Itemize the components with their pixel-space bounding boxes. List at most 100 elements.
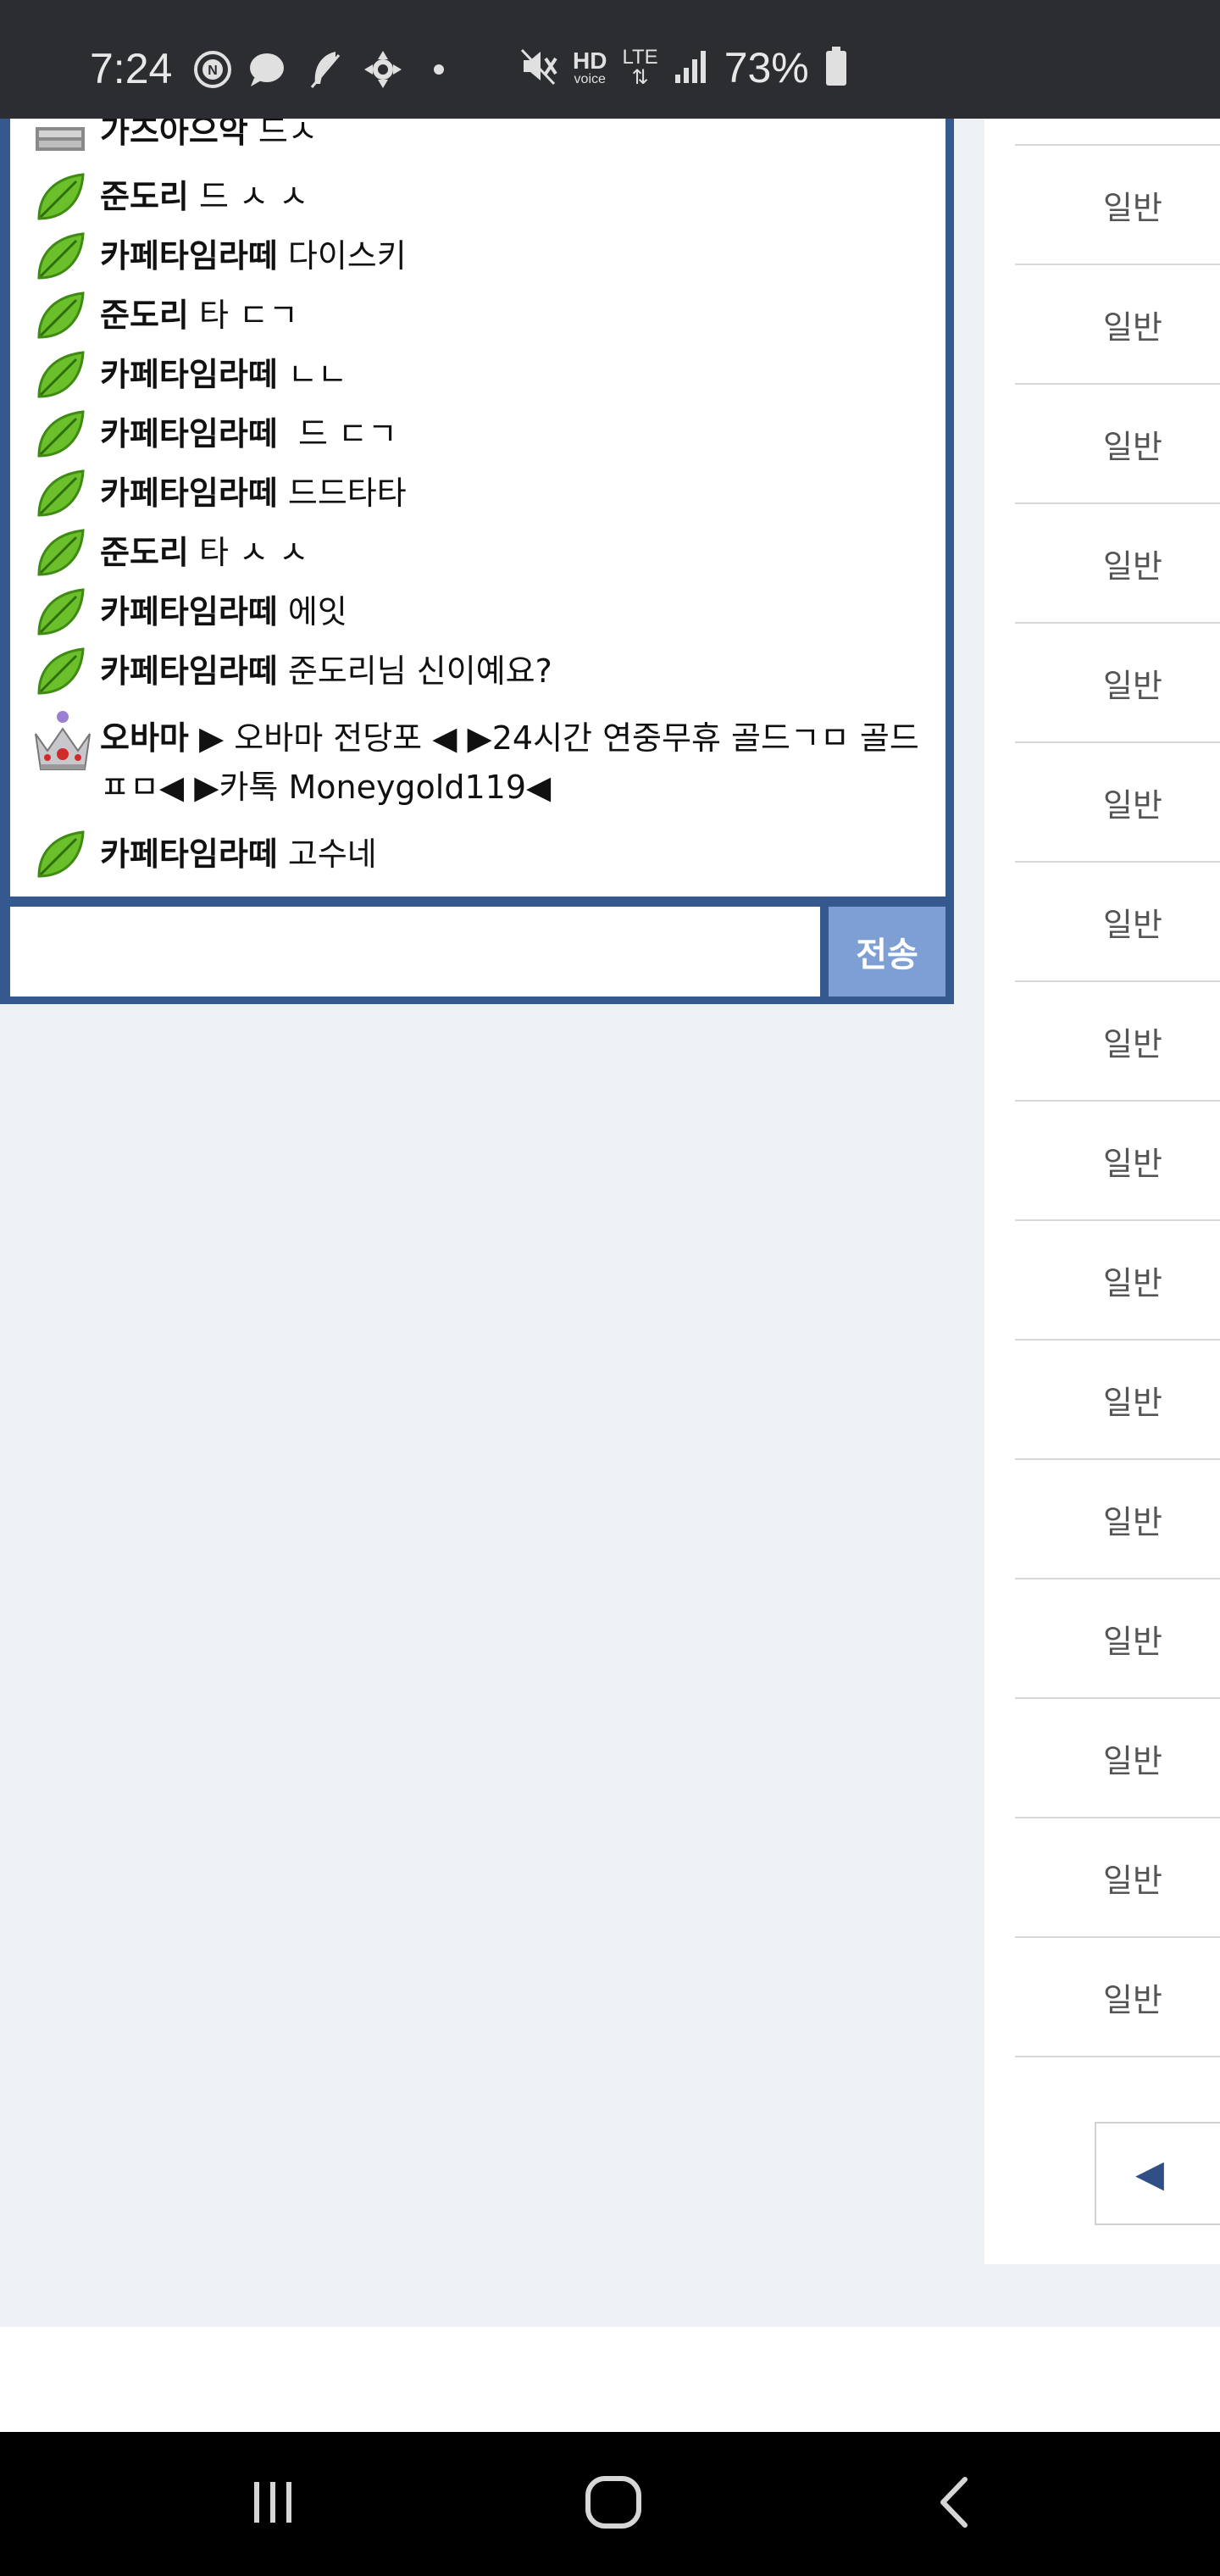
leaf-icon [34,349,86,402]
chat-message: 준도리 드 ㅅ ㅅ [10,168,946,227]
back-icon [933,2474,975,2534]
board-category: 일반 [1103,1862,1162,1899]
chat-text: 고수네 [287,836,377,873]
recent-apps-icon [247,2477,298,2531]
board-category: 일반 [1103,786,1162,824]
chat-text: 타 ㄷㄱ [198,297,298,334]
board-category: 일반 [1103,1981,1162,2018]
naver-icon: N [193,51,232,88]
chat-nick[interactable]: 카페타임라떼 [100,593,278,630]
chat-message: 카페타임라떼 에잇 [10,583,946,642]
board-row[interactable]: 일반남 [1015,863,1220,982]
pager-prev-button[interactable]: ◀ [1095,2122,1220,2225]
chat-nick[interactable]: 가즈아으악 [100,119,248,150]
board-row[interactable]: 일반부 [1015,624,1220,743]
chat-panel: 가즈아으악 드ㅅ 준도리 드 ㅅ ㅅ 카페타임라떼 다이스키 준도리 타 ㄷㄱ … [0,119,954,1004]
board-row[interactable]: 일반오 [1015,743,1220,863]
chat-nick[interactable]: 카페타임라떼 [100,237,278,275]
chat-nick[interactable]: 카페타임라떼 [100,836,278,873]
board-row[interactable]: 일반혹 [1015,1699,1220,1818]
chat-text: 에잇 [287,593,347,630]
leaf-icon [34,171,86,224]
status-bar: 7:24 N HD voice LTE ⇅ 73% [0,0,1220,119]
board-row[interactable]: 일반곰 [1015,1938,1220,2057]
svg-text:N: N [208,64,218,78]
triangle-left-icon: ◀ [1135,2151,1164,2196]
chat-message: 카페타임라떼 ㄴㄴ [10,346,946,405]
board-category: 일반 [1103,189,1162,226]
dot-icon [432,51,446,88]
battery-icon [824,45,848,92]
feather-icon [305,51,344,88]
footer-area [0,2327,1220,2432]
board-category: 일반 [1103,1264,1162,1302]
chat-message: 카페타임라떼 드 ㄷㄱ [10,405,946,464]
leaf-icon [34,468,86,520]
chat-nick[interactable]: 카페타임라떼 [100,415,278,452]
board-category: 일반 [1103,547,1162,585]
chat-message: 카페타임라떼 드드타타 [10,464,946,524]
leaf-icon [34,527,86,580]
chat-text: 드 ㄷㄱ [287,415,397,452]
chat-message: 카페타임라떼 다이스키 [10,227,946,286]
chat-message: 카페타임라떼 고수네 [10,825,946,885]
chat-text: 다이스키 [287,237,407,275]
chat-message: 가즈아으악 드ㅅ [10,119,946,158]
chat-nick[interactable]: 카페타임라떼 [100,475,278,512]
board-row[interactable]: 일반저 [1015,1341,1220,1460]
board-row[interactable]: 일반흥 [1015,265,1220,385]
board-category: 일반 [1103,1384,1162,1421]
chat-input-row: 전송 [10,907,946,997]
chat-message-list[interactable]: 가즈아으악 드ㅅ 준도리 드 ㅅ ㅅ 카페타임라떼 다이스키 준도리 타 ㄷㄱ … [10,119,946,897]
chat-nick[interactable]: 오바마 [100,719,189,757]
board-row[interactable]: 일반외 [1015,1460,1220,1579]
home-button[interactable] [571,2466,656,2542]
chat-message: 준도리 타 ㅅ ㅅ [10,524,946,583]
board-category: 일반 [1103,1503,1162,1541]
chat-nick[interactable]: 준도리 [100,297,189,334]
send-button[interactable]: 전송 [829,907,946,997]
leaf-icon [34,230,86,283]
chat-nick[interactable]: 카페타임라떼 [100,356,278,393]
board-row[interactable]: 일반I [1015,982,1220,1102]
board-row[interactable]: 일반근 [1015,146,1220,265]
board-category: 일반 [1103,667,1162,704]
board-row[interactable]: 일반' [1015,1221,1220,1341]
server-rank-icon [34,120,86,173]
board-row[interactable]: 일반스 [1015,385,1220,504]
lte-indicator: LTE ⇅ [622,46,658,89]
leaf-icon [34,408,86,461]
leaf-icon [34,829,86,881]
chat-nick[interactable]: 준도리 [100,178,189,215]
chat-text: 드드타타 [287,475,407,512]
board-row[interactable]: 일반경 [1015,1579,1220,1699]
board-list: 일반근 일반흥 일반스 일반하 일반부 일반오 일반남 일반I 일반한 일반' … [984,119,1220,2264]
navigation-bar [0,2432,1220,2576]
signal-icon [674,47,709,89]
board-category: 일반 [1103,1623,1162,1660]
battery-percent: 73% [724,44,809,92]
chat-text: ▶ 오바마 전당포 ◀ ▶24시간 연중무휴 골드ㄱㅁ 골드ㅍㅁ◀ ▶카톡 Mo… [100,719,919,806]
board-category: 일반 [1103,1145,1162,1182]
status-time: 7:24 [90,45,173,92]
leaf-icon [34,290,86,342]
chat-input[interactable] [10,907,820,997]
back-button[interactable] [912,2466,996,2542]
board-category: 일반 [1103,1742,1162,1779]
chat-text: 준도리님 신이예요? [287,652,552,690]
hd-voice-indicator: HD voice [573,47,607,86]
chat-message: 카페타임라떼 준도리님 신이예요? [10,642,946,702]
recent-apps-button[interactable] [230,2466,315,2542]
board-category: 일반 [1103,1025,1162,1063]
board-category: 일반 [1103,906,1162,943]
chat-nick[interactable]: 준도리 [100,534,189,571]
home-icon [584,2474,643,2534]
board-row[interactable]: 일반하 [1015,504,1220,624]
chat-bubble-icon [247,51,286,88]
chat-nick[interactable]: 카페타임라떼 [100,652,278,690]
chat-text: 타 ㅅ ㅅ [198,534,309,571]
board-row[interactable]: 일반와 [1015,1818,1220,1938]
board-row[interactable]: 일반한 [1015,1102,1220,1221]
chat-text: 드ㅅ [258,119,318,150]
chat-text: 드 ㅅ ㅅ [198,178,309,215]
